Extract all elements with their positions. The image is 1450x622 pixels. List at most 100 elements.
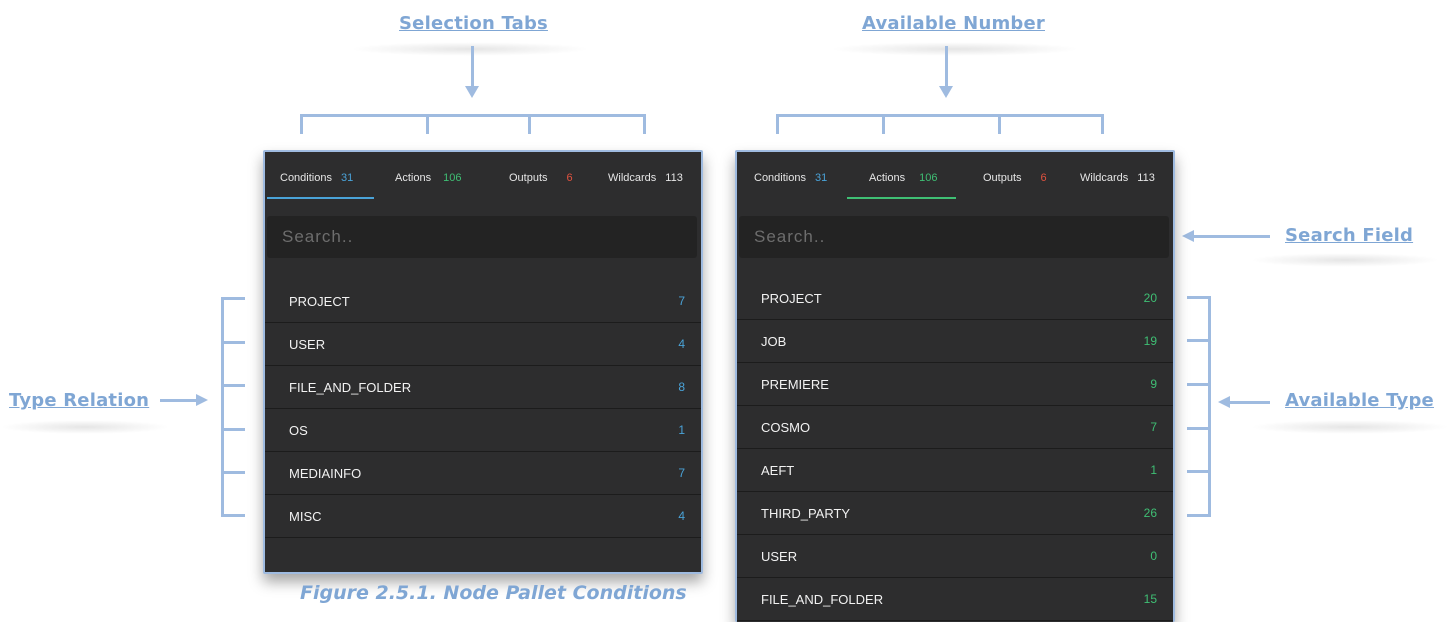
list-item[interactable]: JOB 19 [737,320,1173,363]
list-item[interactable]: PROJECT 7 [265,280,701,323]
tab-wildcards[interactable]: Wildcards 113 [1080,172,1155,184]
selection-tabs-label-shadow [350,42,590,56]
type-count: 19 [1143,334,1157,348]
search-field-label: Search Field [1285,225,1414,246]
type-name: USER [761,548,798,564]
bracket-tick [221,384,245,387]
tab-label: Outputs [509,172,548,184]
bracket-tick [1187,427,1211,430]
tab-label: Wildcards [608,172,657,184]
search-box [739,216,1169,258]
tab-count: 31 [814,172,828,184]
type-count: 8 [678,380,685,394]
bracket-tick [1101,114,1104,134]
bracket-tick [300,114,303,134]
tab-bar: Conditions 31 Actions 106 Outputs 6 Wildcar… [737,152,1173,200]
search-input[interactable] [752,226,1156,248]
type-count: 9 [1150,377,1157,391]
available-type-arrow-stem [1230,401,1270,404]
type-count: 1 [678,423,685,437]
available-number-label: Available Number [862,13,1045,34]
available-number-arrow-stem [945,46,948,86]
type-count: 4 [678,337,685,351]
type-name: MISC [289,508,322,524]
tab-count: 31 [340,172,354,184]
type-name: PROJECT [761,290,822,306]
bracket-tick [221,471,245,474]
tab-count: 6 [1040,172,1047,184]
bracket-tick [1187,339,1211,342]
tab-actions[interactable]: Actions 106 [869,172,937,184]
tab-wildcards[interactable]: Wildcards 113 [608,172,683,184]
type-count: 0 [1150,549,1157,563]
tab-count: 113 [665,172,683,184]
tab-actions[interactable]: Actions 106 [395,172,461,184]
list-item[interactable]: PREMIERE 9 [737,363,1173,406]
available-number-bracket [776,114,1104,117]
tab-label: Outputs [983,172,1022,184]
tab-outputs[interactable]: Outputs 6 [509,172,573,184]
type-list: PROJECT 20 JOB 19 PREMIERE 9 COSMO 7 AEFT 1 T… [737,277,1173,621]
tab-label: Actions [395,172,432,184]
type-name: AEFT [761,462,795,478]
tab-outputs[interactable]: Outputs 6 [983,172,1047,184]
type-name: USER [289,336,326,352]
selection-tabs-arrow-stem [471,46,474,86]
tab-conditions[interactable]: Conditions 31 [754,172,827,184]
search-field-arrow-head [1182,230,1194,242]
tab-count: 113 [1137,172,1155,184]
tab-label: Conditions [754,172,806,184]
bracket-tick [1187,383,1211,386]
type-name: PREMIERE [761,376,829,392]
bracket-tick [1187,296,1211,299]
tab-label: Actions [869,172,906,184]
search-input[interactable] [280,226,684,248]
selection-tabs-bracket [300,114,646,117]
list-item[interactable]: COSMO 7 [737,406,1173,449]
type-name: JOB [761,333,787,349]
type-count: 4 [678,509,685,523]
bracket-tick [1187,470,1211,473]
bracket-tick [221,297,245,300]
figure-caption: Figure 2.5.1. Node Pallet Conditions [300,582,687,604]
bracket-tick [528,114,531,134]
active-tab-indicator [847,197,956,199]
list-item[interactable]: USER 0 [737,535,1173,578]
type-relation-label: Type Relation [9,390,150,411]
type-relation-label-shadow [0,420,170,434]
type-name: MEDIAINFO [289,465,362,481]
list-item[interactable]: MEDIAINFO 7 [265,452,701,495]
list-item[interactable]: THIRD_PARTY 26 [737,492,1173,535]
list-item[interactable]: MISC 4 [265,495,701,538]
type-name: THIRD_PARTY [761,505,851,521]
available-type-bracket [1208,296,1211,517]
bracket-tick [1187,514,1211,517]
search-field-label-shadow [1250,253,1440,267]
type-name: FILE_AND_FOLDER [761,591,884,607]
tab-bar: Conditions 31 Actions 106 Outputs 6 Wildcar… [265,152,701,200]
type-count: 7 [678,466,685,480]
bracket-tick [221,341,245,344]
bracket-tick [998,114,1001,134]
list-item[interactable]: OS 1 [265,409,701,452]
tab-count: 106 [919,172,938,184]
type-relation-arrow-stem [160,399,196,402]
type-count: 1 [1150,463,1157,477]
tab-count: 106 [443,172,462,184]
selection-tabs-arrow-head [465,86,479,98]
tab-conditions[interactable]: Conditions 31 [280,172,353,184]
available-type-arrow-head [1218,396,1230,408]
list-item[interactable]: AEFT 1 [737,449,1173,492]
list-item[interactable]: USER 4 [265,323,701,366]
bracket-tick [426,114,429,134]
node-pallet-actions-panel: Conditions 31 Actions 106 Outputs 6 Wildcar… [735,150,1175,622]
type-name: FILE_AND_FOLDER [289,379,412,395]
tab-count: 6 [566,172,573,184]
search-box [267,216,697,258]
type-count: 20 [1143,291,1157,305]
list-item[interactable]: FILE_AND_FOLDER 8 [265,366,701,409]
list-item[interactable]: PROJECT 20 [737,277,1173,320]
bracket-tick [221,514,245,517]
list-item[interactable]: FILE_AND_FOLDER 15 [737,578,1173,621]
available-number-label-shadow [830,42,1080,56]
